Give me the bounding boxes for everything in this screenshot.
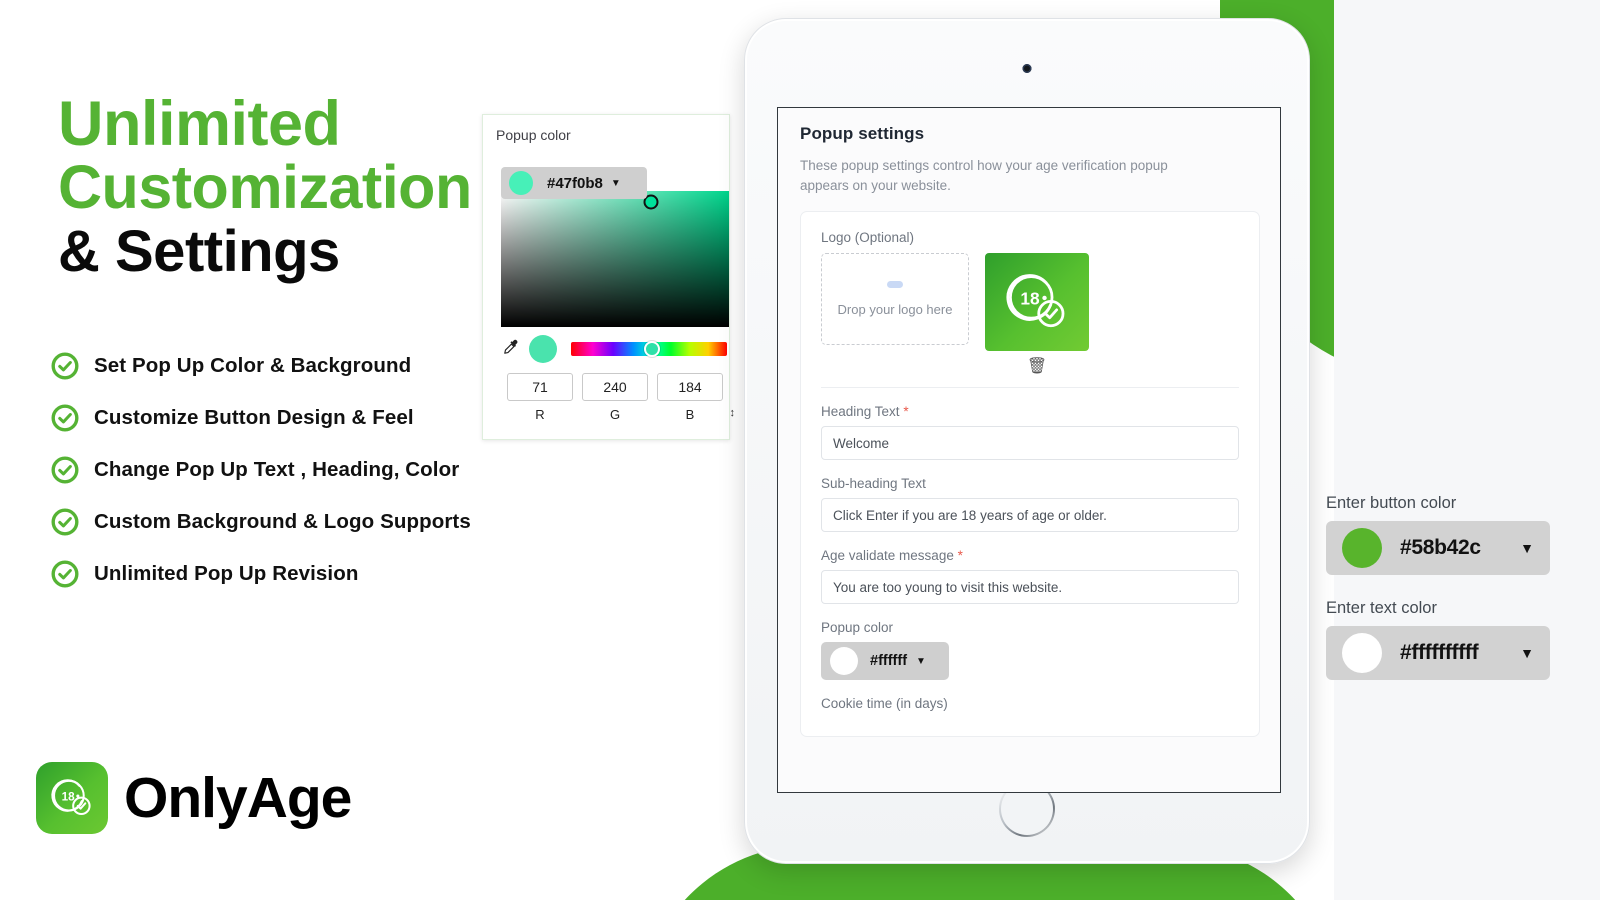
popup-color-swatch [830,647,858,676]
front-camera-icon [1022,64,1032,73]
heading-text-field: Heading Text * Welcome [821,404,1239,461]
popup-color-field: Popup color #ffffff ▼ [821,620,1239,681]
heading-text-label: Heading Text * [821,404,1239,419]
feature-item: Change Pop Up Text , Heading, Color [50,444,670,496]
check-circle-icon [50,559,80,589]
popup-color-label: Popup color [821,620,894,636]
sub-heading-text-field: Sub-heading Text Click Enter if you are … [821,476,1239,533]
age-validate-message-field: Age validate message * You are too young… [821,548,1239,605]
check-circle-icon [50,507,80,537]
popup-color-picker-button[interactable]: #ffffff ▼ [821,642,949,681]
blue-channel-input[interactable]: 184 [657,373,723,401]
color-swatch-dot [509,171,533,195]
color-controls-group: Enter button color #58b42c ▼ Enter text … [1326,494,1576,680]
button-color-control: Enter button color #58b42c ▼ [1326,494,1576,575]
tablet-screen: Popup settings These popup settings cont… [777,107,1281,793]
feature-label: Set Pop Up Color & Background [94,354,412,377]
heading-text-label-text: Heading Text [821,404,900,420]
button-color-label: Enter button color [1326,494,1457,512]
check-circle-icon [50,403,80,433]
red-channel-label: R [535,407,545,422]
age-validate-message-label: Age validate message * [821,548,1239,563]
rgb-inputs: 71 240 184 [501,373,729,401]
updown-spinner-icon[interactable]: ↕ [730,407,736,419]
sub-heading-text-label: Sub-heading Text [821,476,926,492]
age-validate-message-input[interactable]: You are too young to visit this website. [821,570,1239,605]
check-circle-icon [50,351,80,381]
color-preview-dot [529,335,557,363]
hue-slider-handle[interactable] [644,341,661,357]
feature-label: Unlimited Pop Up Revision [94,562,359,585]
heading-text-input[interactable]: Welcome [821,426,1239,461]
color-picker-controls: 71 240 184 R G B ↕ [501,327,735,422]
cloud-upload-icon [887,281,903,289]
color-picker-popover[interactable]: Popup color #47f0b8 ▼ 71 240 184 R G B ↕ [482,114,735,440]
required-asterisk: * [903,404,909,420]
popup-color-hex-value: #ffffff [870,653,908,670]
color-picker-swatch-button[interactable]: #47f0b8 ▼ [501,167,647,199]
age-18-plus-verified-icon: 18 [985,253,1089,352]
green-channel-input[interactable]: 240 [582,373,648,401]
right-side-panel: Enter button color #58b42c ▼ Enter text … [1326,0,1600,900]
required-asterisk: * [957,548,963,564]
chevron-down-icon[interactable]: ▼ [1520,540,1534,556]
text-color-label: Enter text color [1326,599,1437,617]
red-channel-input[interactable]: 71 [507,373,573,401]
page-description: These popup settings control how your ag… [800,158,1168,193]
feature-item: Custom Background & Logo Supports [50,496,670,548]
trash-icon[interactable]: 🗑 [1027,359,1047,375]
text-color-picker-button[interactable]: #ffffffffff ▼ [1326,626,1550,680]
promo-banner: Unlimited Customization & Settings Set P… [0,0,1600,900]
age-validate-message-label-text: Age validate message [821,548,954,564]
blue-channel-label: B [685,407,695,422]
page-title: Popup settings [800,124,925,143]
green-channel-label: G [609,407,621,422]
card-divider [821,387,1239,389]
logo-thumbnail-group: 18 🗑 [985,253,1089,375]
age-18-plus-verified-icon: 18 [36,762,108,834]
color-hex-value: #47f0b8 [547,174,603,192]
text-color-control: Enter text color #ffffffffff ▼ [1326,599,1576,680]
brand-lockup: 18 OnlyAge [36,762,352,834]
svg-text:18: 18 [1020,288,1040,308]
popup-settings-page: Popup settings These popup settings cont… [778,108,1280,738]
text-color-swatch [1342,633,1382,673]
svg-text:18: 18 [62,790,76,803]
logo-upload-zone: Drop your logo here 18 🗑 [821,253,1239,375]
brand-name: OnlyAge [124,766,352,830]
logo-field-label: Logo (Optional) [821,230,915,246]
button-color-picker-button[interactable]: #58b42c ▼ [1326,521,1550,575]
dropzone-text: Drop your logo here [837,302,953,318]
feature-label: Change Pop Up Text , Heading, Color [94,458,460,481]
feature-item: Unlimited Pop Up Revision [50,548,670,600]
chevron-down-icon[interactable]: ▼ [611,178,621,189]
sub-heading-text-input[interactable]: Click Enter if you are 18 years of age o… [821,498,1239,533]
button-color-swatch [1342,528,1382,568]
tablet-device-mockup: Popup settings These popup settings cont… [744,18,1310,864]
chevron-down-icon[interactable]: ▼ [916,656,926,667]
settings-card: Logo (Optional) Drop your logo here 18 🗑… [800,211,1260,738]
rgb-channel-labels: R G B ↕ [501,407,735,422]
hue-row [501,327,729,371]
hue-slider[interactable] [571,341,727,357]
button-color-hex-value: #58b42c [1400,536,1481,559]
check-circle-icon [50,455,80,485]
text-color-hex-value: #ffffffffff [1400,641,1479,664]
feature-label: Custom Background & Logo Supports [94,510,471,533]
cookie-time-field: Cookie time (in days) [821,696,1239,711]
eyedropper-icon[interactable] [501,338,521,361]
chevron-down-icon[interactable]: ▼ [1520,645,1534,661]
saturation-value-area[interactable] [501,191,729,327]
color-picker-label: Popup color [496,127,571,143]
feature-label: Customize Button Design & Feel [94,406,414,429]
cookie-time-label: Cookie time (in days) [821,696,948,712]
logo-dropzone[interactable]: Drop your logo here [821,253,969,346]
